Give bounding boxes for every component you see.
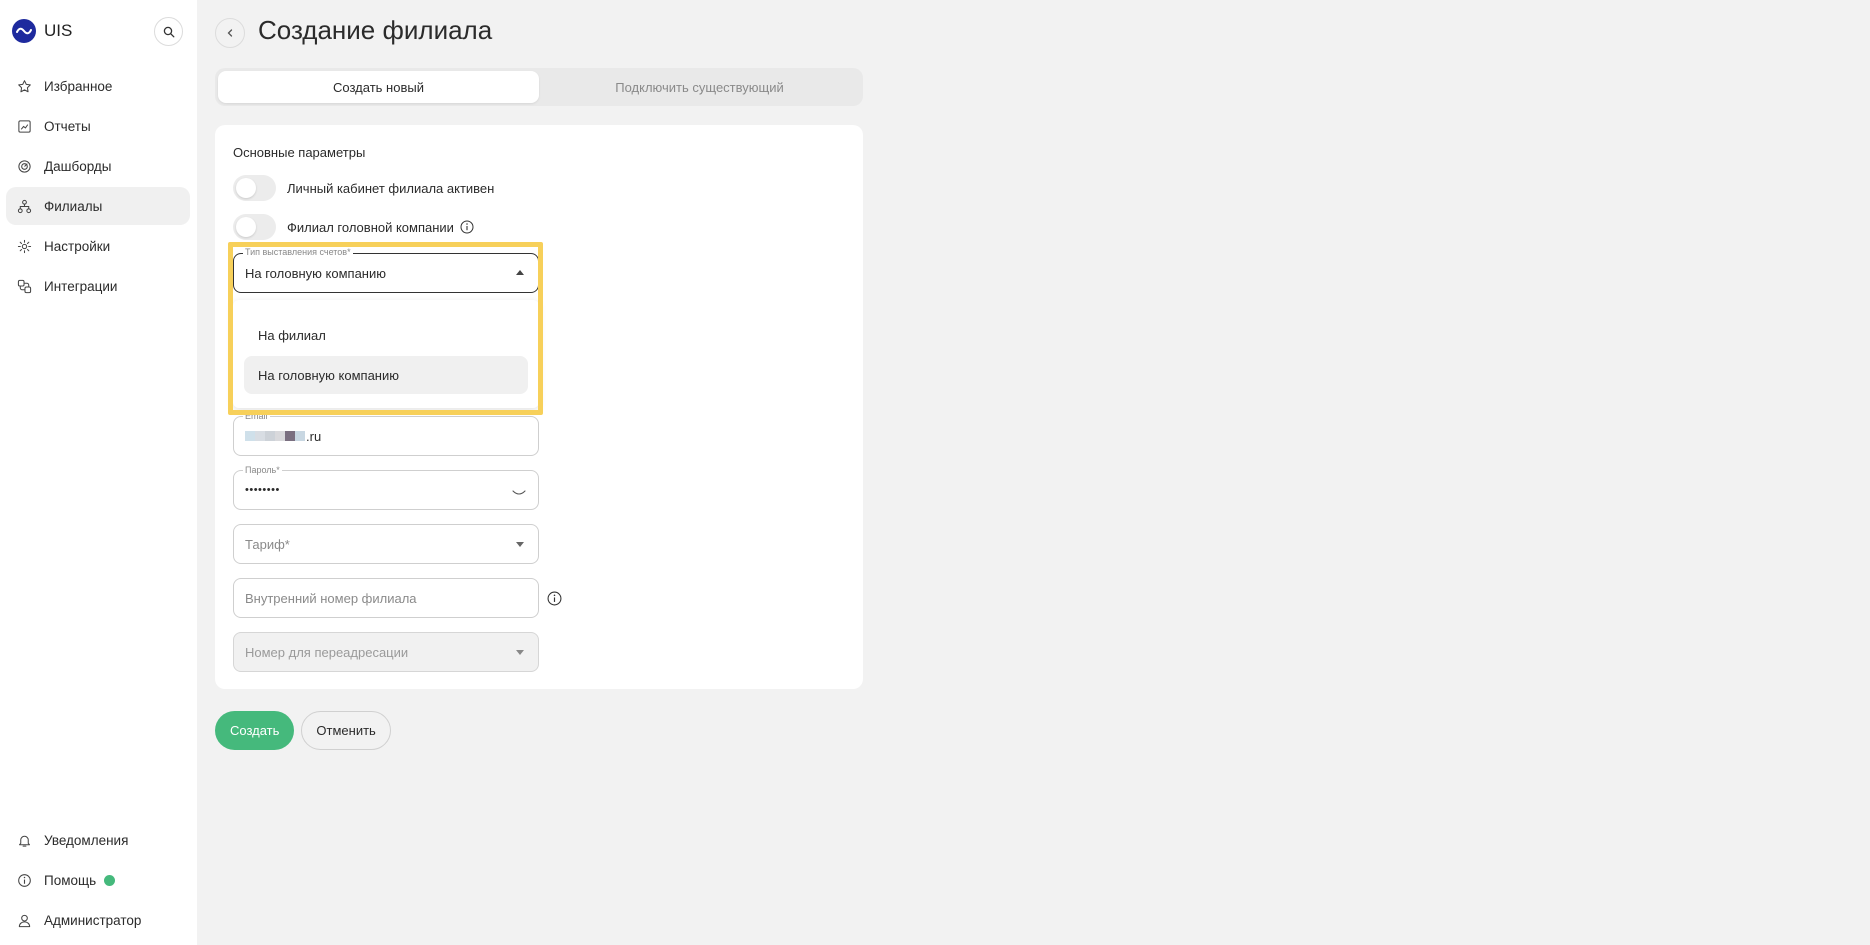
password-value: ••••••••: [245, 484, 280, 496]
report-icon: [16, 118, 32, 134]
integrations-icon: [16, 278, 32, 294]
form-actions: Создать Отменить: [215, 711, 391, 750]
sidebar-item-admin[interactable]: Администратор: [6, 901, 190, 939]
sidebar-item-branches[interactable]: Филиалы: [6, 187, 190, 225]
sidebar-item-label: Филиалы: [44, 198, 103, 214]
sidebar-item-reports[interactable]: Отчеты: [6, 107, 190, 145]
internal-number-placeholder: Внутренний номер филиала: [245, 590, 417, 606]
sidebar: UIS Избранное Отчеты Дашборды Филиалы На…: [0, 0, 197, 945]
sidebar-item-label: Отчеты: [44, 118, 91, 134]
star-icon: [16, 78, 32, 94]
billing-type-dropdown: На филиал На головную компанию: [233, 300, 539, 408]
bell-icon: [16, 832, 32, 848]
chevron-down-icon: [516, 542, 524, 547]
billing-type-value: На головную компанию: [245, 265, 387, 281]
user-icon: [16, 912, 32, 928]
head-company-toggle[interactable]: [233, 214, 276, 240]
sidebar-item-label: Интеграции: [44, 278, 118, 294]
search-icon: [163, 26, 174, 37]
page-title: Создание филиала: [258, 15, 493, 45]
sidebar-item-label: Дашборды: [44, 158, 112, 174]
email-field[interactable]: Email .ru: [233, 410, 539, 456]
toggle-row-head: Филиал головной компании: [233, 214, 474, 240]
sidebar-item-settings[interactable]: Настройки: [6, 227, 190, 265]
field-label: Email: [243, 410, 270, 422]
field-label: Пароль*: [243, 464, 282, 476]
sidebar-item-label: Настройки: [44, 238, 111, 254]
option-branch[interactable]: На филиал: [244, 316, 528, 354]
sidebar-item-label: Уведомления: [44, 832, 129, 848]
sidebar-nav: Избранное Отчеты Дашборды Филиалы Настро…: [6, 67, 190, 307]
redirect-number-placeholder: Номер для переадресации: [245, 644, 409, 660]
chevron-down-icon: [516, 650, 524, 655]
cabinet-active-toggle[interactable]: [233, 175, 276, 201]
sidebar-item-help[interactable]: Помощь: [6, 861, 190, 899]
toggle-label: Личный кабинет филиала активен: [287, 180, 495, 196]
internal-number-input[interactable]: Внутренний номер филиала: [233, 578, 539, 618]
redirect-number-select: Номер для переадресации: [233, 632, 539, 672]
toggle-label: Филиал головной компании: [287, 219, 454, 235]
info-icon[interactable]: [547, 591, 562, 611]
eye-closed-icon[interactable]: [512, 485, 526, 500]
tariff-select[interactable]: Тариф*: [233, 524, 539, 564]
sidebar-item-label: Избранное: [44, 78, 113, 94]
branches-icon: [16, 198, 32, 214]
billing-type-select[interactable]: Тип выставления счетов* На головную комп…: [233, 246, 539, 293]
tariff-placeholder: Тариф*: [245, 536, 290, 552]
email-value: .ru: [306, 428, 322, 444]
app-name: UIS: [44, 21, 73, 40]
search-button[interactable]: [154, 17, 183, 46]
logo[interactable]: UIS: [12, 19, 72, 43]
field-label: Тип выставления счетов*: [243, 246, 353, 258]
sidebar-item-dashboards[interactable]: Дашборды: [6, 147, 190, 185]
status-dot: [104, 874, 116, 886]
info-icon[interactable]: [460, 220, 474, 234]
tab-connect-existing[interactable]: Подключить существующий: [539, 71, 860, 103]
gear-icon: [16, 238, 32, 254]
chevron-left-icon: [227, 29, 233, 37]
redacted-value: [245, 431, 305, 441]
sidebar-bottom-nav: Уведомления Помощь Администратор: [6, 821, 190, 941]
tab-bar: Создать новый Подключить существующий: [215, 68, 863, 106]
chevron-up-icon: [516, 270, 524, 275]
sidebar-item-label: Помощь: [44, 872, 97, 888]
toggle-row-active: Личный кабинет филиала активен: [233, 175, 494, 201]
dashboard-icon: [16, 158, 32, 174]
section-title: Основные параметры: [233, 145, 366, 160]
sidebar-item-integrations[interactable]: Интеграции: [6, 267, 190, 305]
logo-icon: [12, 19, 36, 43]
create-button[interactable]: Создать: [215, 711, 295, 750]
info-icon: [16, 872, 32, 888]
tab-create-new[interactable]: Создать новый: [218, 71, 539, 103]
back-button[interactable]: [215, 18, 245, 48]
sidebar-item-favorites[interactable]: Избранное: [6, 67, 190, 105]
password-field[interactable]: Пароль* ••••••••: [233, 464, 539, 510]
option-head-company[interactable]: На головную компанию: [244, 356, 528, 394]
sidebar-item-notifications[interactable]: Уведомления: [6, 821, 190, 859]
cancel-button[interactable]: Отменить: [301, 711, 391, 750]
sidebar-item-label: Администратор: [44, 912, 142, 928]
